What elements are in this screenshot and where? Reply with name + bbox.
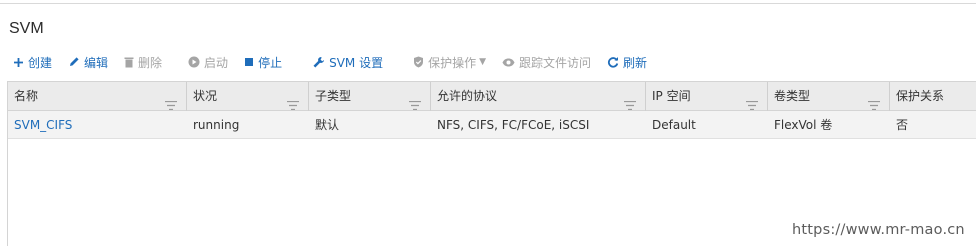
- column-header-name[interactable]: 名称: [8, 82, 187, 111]
- watermark: https://www.mr-mao.cn: [792, 222, 965, 238]
- column-header-label: 卷类型: [774, 89, 811, 103]
- column-header-label: 状况: [193, 89, 218, 103]
- wrench-icon: [312, 56, 325, 69]
- refresh-icon: [607, 56, 619, 68]
- eye-icon: [502, 58, 515, 67]
- svm-settings-label: SVM 设置: [329, 55, 384, 70]
- filter-icon[interactable]: [746, 92, 758, 121]
- column-header-protocols[interactable]: 允许的协议: [431, 82, 646, 111]
- filter-icon[interactable]: [165, 92, 177, 121]
- edit-label: 编辑: [84, 55, 109, 70]
- trash-icon: [124, 56, 134, 68]
- filter-icon[interactable]: [868, 92, 880, 121]
- column-header-label: 子类型: [315, 89, 352, 103]
- audit-label: 跟踪文件访问: [519, 55, 592, 70]
- pencil-icon: [68, 56, 80, 68]
- top-divider: [0, 3, 976, 4]
- filter-icon[interactable]: [409, 92, 421, 121]
- table-row[interactable]: SVM_CIFS running 默认 NFS, CIFS, FC/FCoE, …: [8, 111, 976, 139]
- column-header-label: 保护关系: [896, 89, 945, 103]
- delete-button[interactable]: 删除: [118, 50, 168, 74]
- column-header-label: IP 空间: [652, 89, 691, 103]
- create-button[interactable]: 创建: [9, 50, 58, 74]
- filter-icon[interactable]: [287, 92, 299, 121]
- start-label: 启动: [204, 55, 229, 70]
- svm-settings-button[interactable]: SVM 设置: [306, 50, 389, 74]
- table-header: 名称 状况 子类型 允许的协议 IP 空间 卷类型 保护关系: [8, 82, 976, 111]
- edit-button[interactable]: 编辑: [62, 50, 114, 74]
- protect-label: 保护操作: [428, 55, 477, 70]
- stop-icon: [244, 57, 254, 67]
- protocols-cell: NFS, CIFS, FC/FCoE, iSCSI: [437, 118, 590, 132]
- column-header-label: 允许的协议: [437, 89, 498, 103]
- refresh-button[interactable]: 刷新: [601, 50, 653, 74]
- column-header-label: 名称: [14, 89, 39, 103]
- shield-icon: [413, 56, 424, 68]
- protect-button[interactable]: 保护操作 ▼: [407, 50, 492, 74]
- stop-button[interactable]: 停止: [238, 50, 288, 74]
- create-label: 创建: [28, 55, 53, 70]
- column-header-volume-type[interactable]: 卷类型: [768, 82, 890, 111]
- column-header-status[interactable]: 状况: [187, 82, 309, 111]
- column-header-subtype[interactable]: 子类型: [309, 82, 431, 111]
- protection-cell: 否: [896, 118, 909, 132]
- plus-icon: [13, 57, 24, 68]
- stop-label: 停止: [258, 55, 283, 70]
- start-button[interactable]: 启动: [182, 50, 234, 74]
- audit-button[interactable]: 跟踪文件访问: [496, 50, 597, 74]
- svm-name-link[interactable]: SVM_CIFS: [8, 111, 187, 139]
- column-header-protection[interactable]: 保护关系: [890, 82, 976, 111]
- filter-icon[interactable]: [624, 92, 636, 121]
- page-title: SVM: [9, 20, 44, 37]
- column-header-ipspace[interactable]: IP 空间: [646, 82, 768, 111]
- chevron-down-icon: ▼: [479, 57, 487, 67]
- play-icon: [188, 56, 200, 68]
- refresh-label: 刷新: [623, 55, 648, 70]
- delete-label: 删除: [138, 55, 163, 70]
- toolbar: 创建 编辑 删除 启动 停止 SVM 设置 保护操作 ▼ 跟踪文件访问 刷新: [9, 50, 657, 74]
